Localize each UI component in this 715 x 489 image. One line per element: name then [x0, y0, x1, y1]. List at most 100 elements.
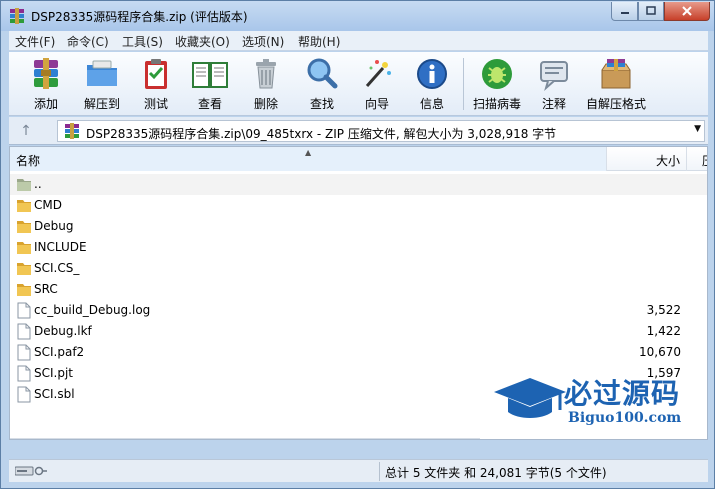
column-name-header[interactable]: 名称 ▲	[10, 147, 607, 171]
test-clipboard-icon	[145, 59, 167, 89]
column-size-label: 大小	[655, 154, 680, 168]
find-button[interactable]: 查找	[299, 55, 345, 113]
delete-button-label: 删除	[253, 97, 278, 111]
watermark-title: 必过源码	[564, 377, 681, 410]
file-name: INCLUDE	[34, 240, 87, 254]
watermark-logo: 必过源码 Biguo100.com	[490, 370, 700, 434]
menu-favorites[interactable]: 收藏夹(O)	[175, 33, 230, 50]
file-icon	[16, 323, 32, 340]
horizontal-scrollbar[interactable]: ◀ |||| ▶	[10, 438, 480, 440]
add-button[interactable]: 添加	[23, 55, 69, 113]
address-bar: ↑ DSP28335源码程序合集.zip\09_485txrx - ZIP 压缩…	[9, 117, 708, 145]
sfx-button-label: 自解压格式	[585, 97, 646, 111]
maximize-icon	[646, 6, 656, 15]
comment-button-label: 注释	[541, 97, 566, 111]
file-size: 10,670	[639, 345, 681, 359]
title-bar: DSP28335源码程序合集.zip (评估版本)	[1, 1, 714, 31]
menu-options[interactable]: 选项(N)	[242, 33, 284, 50]
status-summary: 总计 5 文件夹 和 24,081 字节(5 个文件)	[385, 466, 607, 480]
comment-icon	[540, 61, 568, 91]
menu-bar: 文件(F) 命令(C) 工具(S) 收藏夹(O) 选项(N) 帮助(H)	[9, 31, 708, 51]
maximize-button[interactable]	[638, 2, 664, 21]
file-name: SCI.pjt	[34, 366, 74, 380]
menu-file[interactable]: 文件(F)	[15, 33, 55, 50]
status-bar: 总计 5 文件夹 和 24,081 字节(5 个文件)	[9, 459, 708, 482]
window-title: DSP28335源码程序合集.zip (评估版本)	[31, 10, 248, 24]
file-icon	[16, 344, 32, 361]
file-name: SCI.CS_	[34, 261, 80, 275]
sort-ascending-icon: ▲	[305, 148, 312, 157]
menu-tools[interactable]: 工具(S)	[122, 33, 163, 50]
folder-icon	[16, 239, 32, 256]
test-button-label: 测试	[143, 97, 168, 111]
folder-row[interactable]: Debug	[10, 216, 707, 237]
delete-button[interactable]: 删除	[243, 55, 289, 113]
file-row[interactable]: Debug.lkf 1,422	[10, 321, 707, 342]
add-archive-icon	[34, 58, 58, 89]
scroll-right-icon[interactable]: ▶	[465, 439, 480, 440]
path-combobox[interactable]: DSP28335源码程序合集.zip\09_485txrx - ZIP 压缩文件…	[57, 120, 705, 142]
file-icon	[16, 365, 32, 382]
file-name: cc_build_Debug.log	[34, 303, 151, 317]
file-name: Debug.lkf	[34, 324, 92, 338]
add-button-label: 添加	[33, 97, 58, 111]
folder-icon	[16, 176, 32, 193]
folder-row[interactable]: SRC	[10, 279, 707, 300]
virus-scan-button[interactable]: 扫描病毒	[469, 55, 525, 113]
file-name: CMD	[34, 198, 62, 212]
chevron-down-icon[interactable]: ▼	[694, 124, 701, 134]
drive-key-icon[interactable]	[15, 465, 47, 477]
folder-icon	[16, 260, 32, 277]
up-arrow-icon[interactable]: ↑	[17, 122, 35, 140]
folder-row[interactable]: CMD	[10, 195, 707, 216]
toolbar: 添加 解压到 测试 查看 删除 查找 向导 信息 扫描病毒 注释 自解压格式	[9, 52, 708, 116]
winrar-app-icon[interactable]	[9, 8, 25, 24]
folder-icon	[16, 218, 32, 235]
info-icon	[417, 59, 447, 89]
graduation-cap-icon	[494, 378, 566, 418]
view-button-label: 查看	[197, 97, 222, 111]
file-name: SCI.paf2	[34, 345, 85, 359]
folder-row[interactable]: SCI.CS_	[10, 258, 707, 279]
trash-icon	[256, 59, 276, 89]
wizard-button-label: 向导	[364, 97, 389, 111]
status-separator	[379, 462, 380, 481]
minimize-icon	[620, 12, 629, 14]
file-row[interactable]: cc_build_Debug.log 3,522	[10, 300, 707, 321]
menu-help[interactable]: 帮助(H)	[298, 33, 340, 50]
wizard-wand-icon	[365, 60, 391, 87]
view-button[interactable]: 查看	[187, 55, 233, 113]
close-icon	[682, 6, 692, 16]
winrar-window: DSP28335源码程序合集.zip (评估版本) 文件(F) 命令(C) 工具…	[0, 0, 715, 489]
info-button-label: 信息	[419, 97, 444, 111]
file-name: SRC	[34, 282, 58, 296]
column-header: 名称 ▲ 大小 压	[10, 147, 707, 171]
info-button[interactable]: 信息	[409, 55, 455, 113]
folder-icon	[16, 197, 32, 214]
wizard-button[interactable]: 向导	[354, 55, 400, 113]
file-name: Debug	[34, 219, 74, 233]
folder-icon	[16, 281, 32, 298]
column-name-label: 名称	[16, 154, 41, 168]
file-size: 3,522	[646, 303, 681, 317]
extract-to-button[interactable]: 解压到	[79, 55, 125, 113]
sfx-button[interactable]: 自解压格式	[583, 55, 649, 113]
menu-command[interactable]: 命令(C)	[67, 33, 109, 50]
virus-scan-button-label: 扫描病毒	[472, 97, 521, 111]
file-list: 名称 ▲ 大小 压 .. CMD Debug INCLUDE SCI.CS_ SRC cc_…	[9, 146, 708, 440]
comment-button[interactable]: 注释	[531, 55, 577, 113]
file-icon	[16, 386, 32, 403]
watermark-subtitle: Biguo100.com	[568, 410, 682, 426]
column-size-header[interactable]: 大小	[607, 147, 687, 171]
close-button[interactable]	[664, 2, 710, 21]
test-button[interactable]: 测试	[133, 55, 179, 113]
scroll-left-icon[interactable]: ◀	[10, 439, 27, 440]
file-name: ..	[34, 177, 42, 191]
file-row[interactable]: SCI.paf2 10,670	[10, 342, 707, 363]
minimize-button[interactable]	[611, 2, 638, 21]
folder-row[interactable]: INCLUDE	[10, 237, 707, 258]
column-packed-label: 压	[702, 152, 707, 169]
parent-folder-row[interactable]: ..	[10, 174, 707, 195]
virus-scan-icon	[482, 59, 512, 89]
column-packed-header[interactable]: 压	[688, 147, 707, 171]
